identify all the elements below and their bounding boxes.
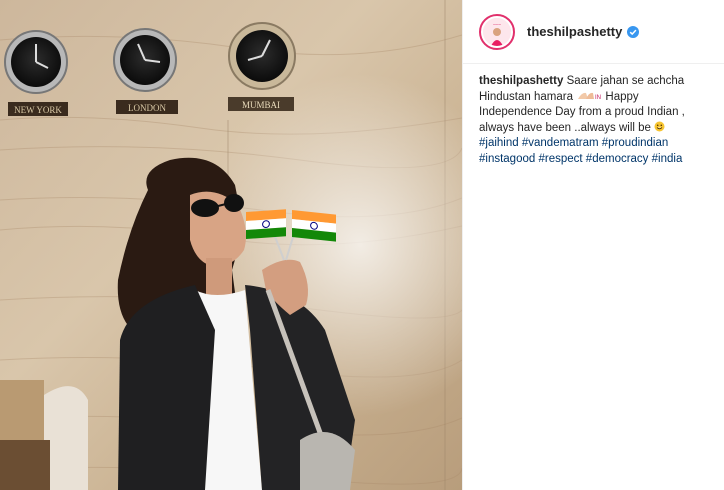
hashtag-link[interactable]: #democracy — [586, 153, 649, 165]
caption-username[interactable]: theshilpashetty — [479, 75, 563, 87]
clock-new-york — [4, 30, 68, 94]
caption-line-3: Independence Day from a proud Indian , — [479, 106, 685, 118]
instagram-post: NEW YORK LONDON MUMBAI ~~~ theshilpashet… — [0, 0, 724, 490]
caption-text: Saare jahan se achcha — [566, 75, 685, 87]
caption-line-2: Hindustan hamara IN Happy — [479, 90, 708, 106]
plaque-label-new-york: NEW YORK — [14, 105, 62, 115]
caption-text: Happy — [605, 90, 639, 103]
caption-line-4: always have been ..always will be — [479, 121, 708, 137]
chair — [0, 380, 88, 490]
avatar-illustration-icon: ~~~ — [483, 17, 511, 46]
post-photo[interactable]: NEW YORK LONDON MUMBAI — [0, 0, 462, 490]
caption-text: Hindustan hamara — [479, 90, 573, 103]
post-username[interactable]: theshilpashetty — [527, 24, 622, 39]
caption-line-1: theshilpashetty Saare jahan se achcha — [479, 74, 708, 90]
hashtag-link[interactable]: #proudindian — [602, 137, 669, 149]
hashtag-link[interactable]: #vandematram — [522, 137, 599, 149]
post-caption: theshilpashetty Saare jahan se achcha Hi… — [463, 64, 724, 177]
post-header: ~~~ theshilpashetty — [463, 0, 724, 64]
photo-scene: NEW YORK LONDON MUMBAI — [0, 0, 462, 490]
hashtag-link[interactable]: #jaihind — [479, 137, 519, 149]
hashtag-link[interactable]: #india — [652, 153, 683, 165]
hashtag-link[interactable]: #instagood — [479, 153, 535, 165]
post-side-panel: ~~~ theshilpashetty theshilpashetty Saar… — [462, 0, 724, 490]
hashtags-line-1: #jaihind #vandematram #proudindian — [479, 136, 708, 152]
folded-hands-icon: IN — [578, 92, 601, 101]
svg-text:IN: IN — [595, 95, 601, 101]
avatar[interactable]: ~~~ — [479, 13, 515, 50]
caption-text: always have been ..always will be — [479, 121, 651, 134]
smiling-face-icon — [654, 121, 665, 131]
plaque-label-london: LONDON — [128, 103, 166, 113]
avatar-image: ~~~ — [483, 17, 511, 46]
verified-badge-icon — [627, 25, 640, 38]
svg-text:~~~: ~~~ — [493, 23, 501, 28]
plaque-label-mumbai: MUMBAI — [242, 100, 280, 110]
hashtag-link[interactable]: #respect — [538, 153, 582, 165]
clock-london — [113, 28, 177, 92]
clock-mumbai — [228, 22, 296, 90]
hashtags-line-2: #instagood #respect #democracy #india — [479, 152, 708, 168]
